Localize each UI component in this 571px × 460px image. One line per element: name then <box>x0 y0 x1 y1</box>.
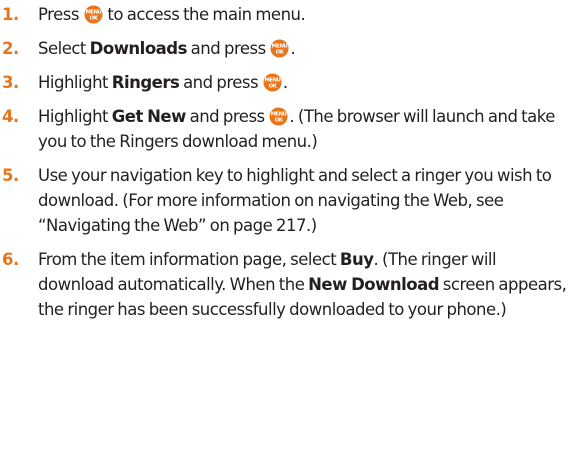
step-text: From the item information page, select B… <box>38 250 567 319</box>
step-text-fragment: Highlight <box>38 107 112 126</box>
menu-key-label-top: MENU <box>271 112 287 118</box>
menu-option-name: Get New <box>111 107 187 126</box>
step-text-fragment: Select <box>38 39 90 58</box>
step-number: 3. <box>2 73 19 92</box>
step-text-fragment: and press <box>186 39 270 58</box>
step-text-fragment: . <box>282 73 288 92</box>
step-text-fragment: and press <box>179 73 262 92</box>
menu-option-name: New Download <box>308 275 440 294</box>
menu-option-name: Buy <box>339 250 374 269</box>
menu-ok-key-icon: MENUOK <box>270 39 289 58</box>
step-text: Press MENU OK to access the main menu. <box>38 5 306 24</box>
step-text: Select Downloads and press MENU OK. <box>38 39 296 58</box>
step-4: 4. Highlight Get New and press MENU OK. (T… <box>0 104 571 154</box>
step-text-fragment: . <box>290 39 296 58</box>
menu-key-label-top: MENU <box>264 78 280 84</box>
menu-ok-key-icon: MENUOK <box>269 107 288 126</box>
step-text-fragment: From the item information page, select <box>38 250 340 269</box>
step-3: 3. Highlight Ringers and press MENU OK. <box>0 70 571 95</box>
step-text-fragment: to access the main menu. <box>103 5 306 24</box>
step-text: Highlight Get New and press MENU OK. (The… <box>38 107 555 151</box>
instruction-steps: 1. Press MENU OK to access the main menu. 2… <box>0 2 571 331</box>
step-text-fragment: Press <box>38 5 83 24</box>
menu-key-label-bottom: OK <box>269 84 278 90</box>
menu-key-label-top: MENU <box>272 44 288 50</box>
step-5: 5. Use your navigation key to highlight a… <box>0 163 571 238</box>
menu-option-name: Downloads <box>89 39 188 58</box>
step-1: 1. Press MENU OK to access the main menu. <box>0 2 571 27</box>
step-text: Highlight Ringers and press MENU OK. <box>38 73 288 92</box>
step-number: 1. <box>2 5 19 24</box>
menu-ok-key-icon: MENUOK <box>263 73 282 92</box>
menu-key-label-top: MENU <box>85 10 101 16</box>
step-6: 6. From the item information page, select… <box>0 247 571 322</box>
menu-key-label-bottom: OK <box>275 118 284 124</box>
menu-key-label-bottom: OK <box>89 16 98 22</box>
step-number: 4. <box>2 107 19 126</box>
step-number: 5. <box>2 166 19 185</box>
step-text-fragment: Highlight <box>38 73 112 92</box>
step-text-fragment: and press <box>185 107 269 126</box>
menu-key-label-bottom: OK <box>276 50 285 56</box>
menu-ok-key-icon: MENUOK <box>84 5 103 24</box>
step-number: 6. <box>2 250 19 269</box>
step-text: Use your navigation key to highlight and… <box>38 166 552 235</box>
step-number: 2. <box>2 39 19 58</box>
menu-option-name: Ringers <box>111 73 180 92</box>
step-2: 2. Select Downloads and press MENU OK. <box>0 36 571 61</box>
step-text-fragment: Use your navigation key to highlight and… <box>38 166 552 235</box>
